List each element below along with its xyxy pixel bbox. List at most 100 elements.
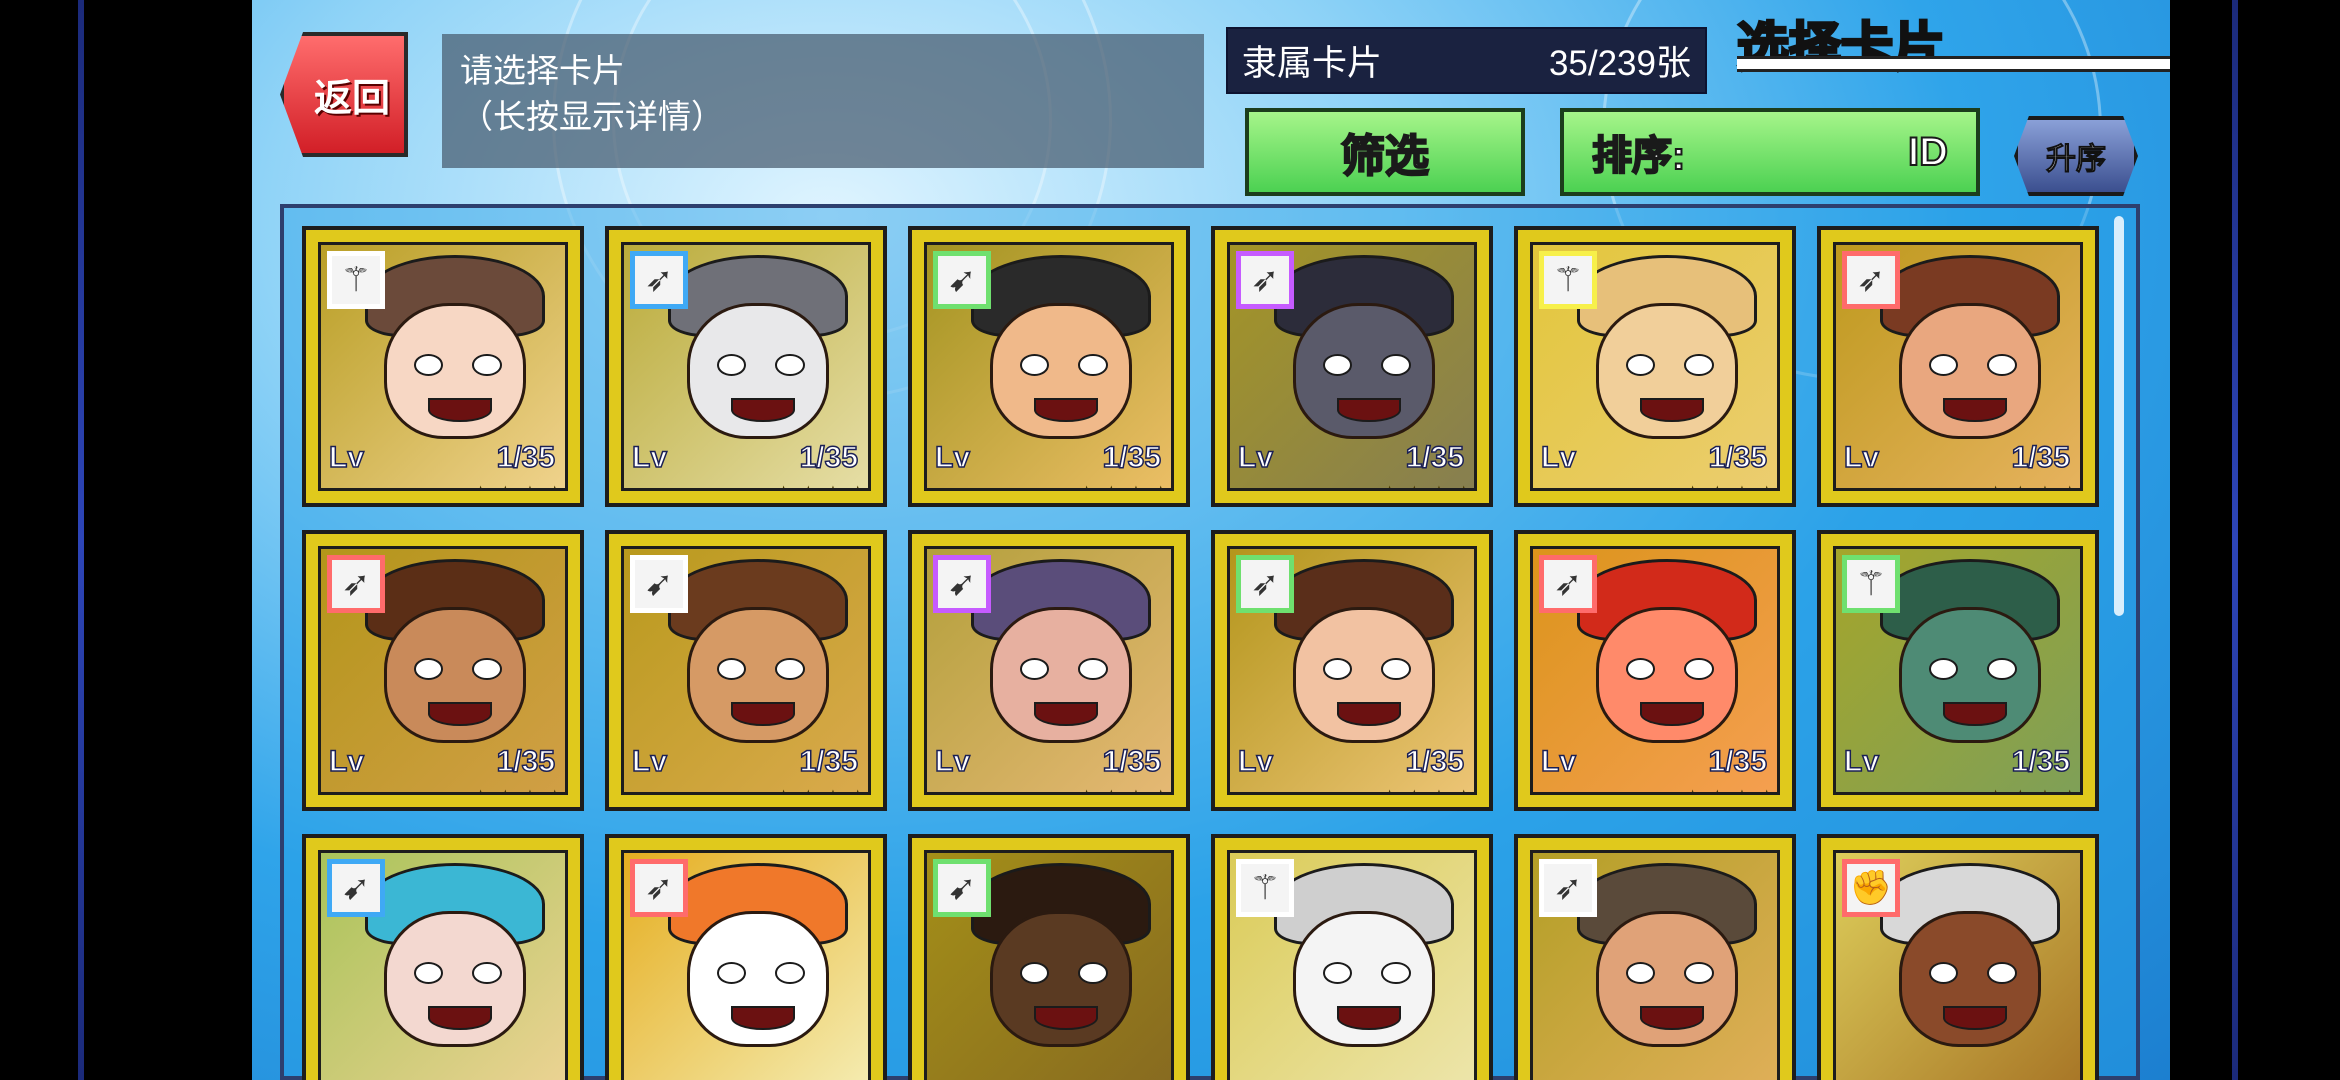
portrait-eye <box>775 658 805 681</box>
card-slot[interactable]: ⚚ Lv 1/35 ★★★★ <box>1817 530 2099 811</box>
left-letterbox <box>0 0 252 1080</box>
level-value: 1/35 <box>1708 440 1768 475</box>
level-value: 1/35 <box>799 744 859 779</box>
instruction-line-2: （长按显示详情） <box>460 98 724 135</box>
instruction-panel: 请选择卡片 （长按显示详情） <box>442 34 1204 168</box>
rarity-stars: ★★★★ <box>466 481 565 488</box>
card-slot[interactable]: ➹ <box>908 834 1190 1080</box>
spear-icon: ➶ <box>1236 555 1294 613</box>
portrait-eye <box>1625 962 1655 985</box>
card-slot[interactable]: ➶ Lv 1/35 ★★★★ <box>605 226 887 507</box>
card-portrait-frame: ⚚ Lv 1/35 ★★★★ <box>318 242 568 491</box>
portrait-eye <box>413 658 443 681</box>
portrait-eye <box>1987 962 2017 985</box>
portrait-eye <box>1381 354 1411 377</box>
portrait-eye <box>1078 354 1108 377</box>
card-slot[interactable]: ➹ <box>302 834 584 1080</box>
rarity-stars: ★★★★ <box>769 481 868 488</box>
portrait-eye <box>1928 962 1958 985</box>
card-slot[interactable]: ➹ Lv 1/35 ★★★★ <box>605 530 887 811</box>
game-screen: 返回 请选择卡片 （长按显示详情） 隶属卡片 35/239张 选择卡片 筛选 排… <box>252 0 2170 1080</box>
portrait-eye <box>1987 658 2017 681</box>
spear-icon: ➶ <box>1539 859 1597 917</box>
card-slot[interactable]: ✊ <box>1817 834 2099 1080</box>
back-button[interactable]: 返回 <box>280 32 408 157</box>
portrait-eye <box>1078 658 1108 681</box>
rarity-stars: ★★★★ <box>1375 481 1474 488</box>
card-slot[interactable]: ➶ <box>605 834 887 1080</box>
portrait-eye <box>1019 354 1049 377</box>
level-label: Lv <box>1843 440 1880 475</box>
portrait-eye <box>1322 962 1352 985</box>
portrait-eye <box>775 354 805 377</box>
portrait-eye <box>1019 658 1049 681</box>
card-slot[interactable]: ➶ Lv 1/35 ★★★★ <box>302 530 584 811</box>
back-button-label: 返回 <box>313 78 390 120</box>
card-portrait-frame: ➶ <box>1530 850 1780 1080</box>
order-toggle-label: 升序 <box>2046 143 2107 177</box>
right-stripe <box>2232 0 2238 1080</box>
order-toggle-button[interactable]: 升序 <box>2014 116 2138 196</box>
level-label: Lv <box>1843 744 1880 779</box>
bow-icon: ➹ <box>327 859 385 917</box>
spear-icon: ➶ <box>1236 251 1294 309</box>
card-slot[interactable]: ➶ Lv 1/35 ★★★★ <box>1211 530 1493 811</box>
card-count-bar: 隶属卡片 35/239张 <box>1226 27 1707 94</box>
instruction-line-1: 请选择卡片 <box>460 52 625 89</box>
card-slot[interactable]: ➶ Lv 1/35 ★★★★ <box>1514 530 1796 811</box>
card-slot[interactable]: ⚚ Lv 1/35 ★★★★ <box>1514 226 1796 507</box>
rarity-stars: ★★★★ <box>1072 785 1171 792</box>
portrait-eye <box>1684 658 1714 681</box>
spear-icon: ➶ <box>1539 555 1597 613</box>
portrait-eye <box>716 354 746 377</box>
level-value: 1/35 <box>496 744 556 779</box>
right-letterbox <box>2170 0 2340 1080</box>
card-portrait-frame: ➶ <box>621 850 871 1080</box>
staff-icon: ⚚ <box>1842 555 1900 613</box>
level-label: Lv <box>631 440 668 475</box>
level-value: 1/35 <box>496 440 556 475</box>
sort-button[interactable]: 排序: ID <box>1560 108 1980 196</box>
card-slot[interactable]: ➶ Lv 1/35 ★★★★ <box>1817 226 2099 507</box>
sort-value: ID <box>1907 129 1949 175</box>
portrait-eye <box>1019 962 1049 985</box>
filter-button[interactable]: 筛选 <box>1245 108 1525 196</box>
card-portrait-frame: ➶ Lv 1/35 ★★★★ <box>1530 546 1780 795</box>
rarity-stars: ★★★★ <box>1375 785 1474 792</box>
bow-icon: ➹ <box>630 555 688 613</box>
level-label: Lv <box>1540 440 1577 475</box>
level-value: 1/35 <box>2011 440 2071 475</box>
card-slot[interactable]: ➹ Lv 1/35 ★★★★ <box>908 226 1190 507</box>
rarity-stars: ★★★★ <box>466 785 565 792</box>
rarity-stars: ★★★★ <box>1678 481 1777 488</box>
card-slot[interactable]: ⚚ Lv 1/35 ★★★★ <box>302 226 584 507</box>
staff-icon: ⚚ <box>1236 859 1294 917</box>
grid-scrollbar[interactable] <box>2114 216 2124 616</box>
spear-icon: ➶ <box>1842 251 1900 309</box>
card-portrait-frame: ➹ Lv 1/35 ★★★★ <box>621 546 871 795</box>
portrait-eye <box>472 354 502 377</box>
card-slot[interactable]: ➹ Lv 1/35 ★★★★ <box>908 530 1190 811</box>
portrait-eye <box>1322 658 1352 681</box>
card-count-value: 35/239张 <box>1548 44 1691 83</box>
card-portrait-frame: ➶ Lv 1/35 ★★★★ <box>1227 546 1477 795</box>
level-label: Lv <box>1237 744 1274 779</box>
portrait-eye <box>413 962 443 985</box>
portrait-eye <box>1928 658 1958 681</box>
card-portrait-frame: ➹ <box>318 850 568 1080</box>
card-portrait-frame: ➶ Lv 1/35 ★★★★ <box>1227 242 1477 491</box>
rarity-stars: ★★★★ <box>1072 481 1171 488</box>
card-portrait-frame: ➹ Lv 1/35 ★★★★ <box>924 546 1174 795</box>
rarity-stars: ★★★★ <box>1678 785 1777 792</box>
card-slot[interactable]: ➶ <box>1514 834 1796 1080</box>
rarity-stars: ★★★★ <box>1981 481 2080 488</box>
level-value: 1/35 <box>799 440 859 475</box>
bow-icon: ➹ <box>933 555 991 613</box>
portrait-eye <box>413 354 443 377</box>
portrait-eye <box>1381 658 1411 681</box>
card-slot[interactable]: ⚚ <box>1211 834 1493 1080</box>
staff-icon: ⚚ <box>1539 251 1597 309</box>
spear-icon: ➶ <box>327 555 385 613</box>
portrait-eye <box>1381 962 1411 985</box>
card-slot[interactable]: ➶ Lv 1/35 ★★★★ <box>1211 226 1493 507</box>
